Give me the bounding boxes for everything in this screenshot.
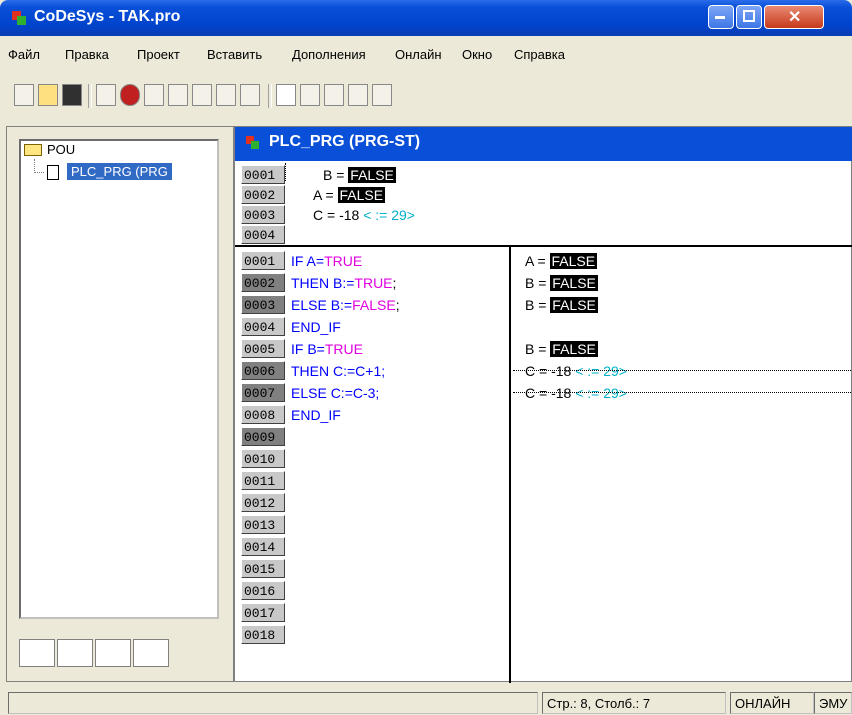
- menu-file[interactable]: Файл: [8, 47, 40, 62]
- menu-project[interactable]: Проект: [137, 47, 180, 62]
- tab-pous-icon[interactable]: [19, 639, 55, 667]
- open-folder-icon[interactable]: [38, 84, 58, 106]
- codesys-app-icon: [12, 11, 26, 25]
- pou-tree: POU PLC_PRG (PRG: [19, 139, 219, 619]
- line-number: 0002: [241, 185, 285, 204]
- line-number: 0001: [241, 251, 285, 270]
- line-number: 0004: [241, 317, 285, 336]
- status-emulation: ЭМУ: [814, 692, 852, 714]
- code-line: ELSE B:=FALSE;: [291, 297, 400, 313]
- folder-icon: [24, 144, 42, 156]
- line-number: 0018: [241, 625, 285, 644]
- menu-edit[interactable]: Правка: [65, 47, 109, 62]
- title-bar: CoDeSys - TAK.pro ✕: [0, 0, 852, 36]
- maximize-button[interactable]: [736, 5, 762, 29]
- toolbar: [6, 78, 852, 118]
- tree-line: [34, 159, 35, 173]
- line-number: 0002: [241, 273, 285, 292]
- menu-bar: Файл Правка Проект Вставить Дополнения О…: [0, 44, 852, 68]
- code-line: THEN B:=TRUE;: [291, 275, 397, 291]
- line-number: 0003: [241, 295, 285, 314]
- object-organizer: POU PLC_PRG (PRG: [6, 126, 234, 682]
- current-line-marker: [513, 370, 852, 393]
- tab-resources-icon[interactable]: [133, 639, 169, 667]
- line-number: 0006: [241, 361, 285, 380]
- code-area[interactable]: 0001 0002 0003 0004 0005 0006 0007 0008 …: [235, 247, 852, 683]
- tree-root-pou[interactable]: POU: [47, 142, 75, 157]
- status-position: Стр.: 8, Столб.: 7: [542, 692, 726, 714]
- pou-icon: [246, 136, 259, 149]
- copy-icon[interactable]: [300, 84, 320, 106]
- line-number: 0007: [241, 383, 285, 402]
- minimize-button[interactable]: [708, 5, 734, 29]
- status-mode: ОНЛАЙН: [730, 692, 814, 714]
- code-line: END_IF: [291, 319, 341, 335]
- menu-insert[interactable]: Вставить: [207, 47, 262, 62]
- force-values-icon[interactable]: [216, 84, 236, 106]
- monitor-splitter[interactable]: [509, 247, 511, 683]
- tree-item-plc-prg[interactable]: PLC_PRG (PRG: [67, 163, 172, 180]
- menu-window[interactable]: Окно: [462, 47, 492, 62]
- close-icon: ✕: [788, 9, 802, 26]
- line-number: 0017: [241, 603, 285, 622]
- find-next-icon[interactable]: [372, 84, 392, 106]
- code-line: IF B=TRUE: [291, 341, 363, 357]
- line-number: 0014: [241, 537, 285, 556]
- line-number: 0010: [241, 449, 285, 468]
- status-bar: Стр.: 8, Столб.: 7 ОНЛАЙН ЭМУ: [0, 686, 852, 715]
- login-icon[interactable]: [96, 84, 116, 106]
- editor-window: PLC_PRG (PRG-ST) 0001 0002 0003 0004 B =…: [234, 126, 852, 683]
- tab-visualizations-icon[interactable]: [95, 639, 131, 667]
- code-line: IF A=TRUE: [291, 253, 363, 269]
- window-title: CoDeSys - TAK.pro: [34, 8, 181, 25]
- save-icon[interactable]: [62, 84, 82, 106]
- line-number: 0003: [241, 205, 285, 224]
- code-line: ELSE C:=C-3;: [291, 385, 380, 401]
- menu-online[interactable]: Онлайн: [395, 47, 442, 62]
- paste-icon[interactable]: [324, 84, 344, 106]
- menu-help[interactable]: Справка: [514, 47, 565, 62]
- line-number: 0008: [241, 405, 285, 424]
- tree-line: [34, 172, 44, 173]
- cut-icon[interactable]: [276, 84, 296, 106]
- write-values-icon[interactable]: [192, 84, 212, 106]
- code-line: END_IF: [291, 407, 341, 423]
- line-number: 0015: [241, 559, 285, 578]
- step-icon[interactable]: [144, 84, 164, 106]
- editor-title-bar: PLC_PRG (PRG-ST): [235, 127, 852, 161]
- monitor-icon[interactable]: [168, 84, 188, 106]
- status-message: [8, 692, 538, 714]
- declaration-area[interactable]: 0001 0002 0003 0004 B = FALSE A = FALSE …: [235, 161, 852, 247]
- line-number: 0016: [241, 581, 285, 600]
- text-cursor: [285, 163, 287, 181]
- menu-extras[interactable]: Дополнения: [292, 47, 366, 62]
- line-number: 0001: [241, 165, 285, 184]
- release-force-icon[interactable]: [240, 84, 260, 106]
- code-line: THEN C:=C+1;: [291, 363, 386, 379]
- line-number: 0012: [241, 493, 285, 512]
- new-file-icon[interactable]: [14, 84, 34, 106]
- monitor-value-b: B = FALSE: [525, 297, 598, 313]
- decl-value-a: A = FALSE: [313, 187, 386, 203]
- monitor-value-a: A = FALSE: [525, 253, 598, 269]
- line-number: 0004: [241, 225, 285, 244]
- line-number: 0005: [241, 339, 285, 358]
- decl-value-c: C = -18 < := 29>: [313, 207, 415, 223]
- line-number: 0013: [241, 515, 285, 534]
- line-number: 0009: [241, 427, 285, 446]
- close-button[interactable]: ✕: [764, 5, 824, 29]
- decl-value-b: B = FALSE: [323, 167, 396, 183]
- document-icon: [47, 165, 59, 180]
- stop-icon[interactable]: [120, 84, 140, 106]
- find-icon[interactable]: [348, 84, 368, 106]
- monitor-value-b: B = FALSE: [525, 275, 598, 291]
- tab-datatypes-icon[interactable]: [57, 639, 93, 667]
- monitor-value-b: B = FALSE: [525, 341, 598, 357]
- line-number: 0011: [241, 471, 285, 490]
- editor-title: PLC_PRG (PRG-ST): [269, 133, 421, 150]
